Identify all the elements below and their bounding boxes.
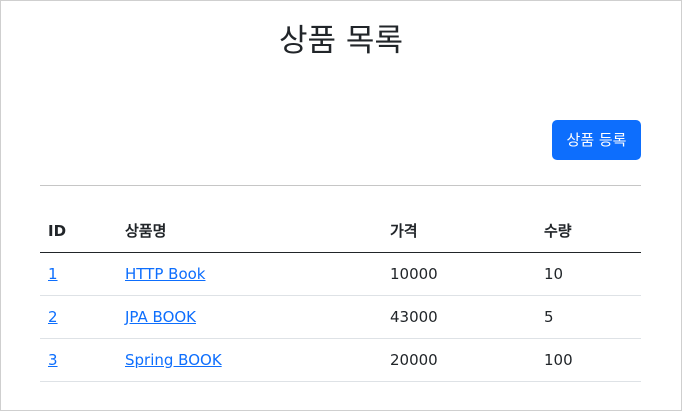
cell-name: JPA BOOK	[117, 295, 382, 339]
column-header-name: 상품명	[117, 210, 382, 253]
item-name-link[interactable]: JPA BOOK	[125, 308, 196, 326]
column-header-quantity: 수량	[536, 210, 641, 253]
cell-quantity: 10	[536, 252, 641, 296]
page-container: 상품 목록 상품 등록 ID 상품명 가격 수량 1 HTTP Book 100…	[0, 0, 682, 411]
cell-price: 20000	[382, 338, 536, 382]
item-id-link[interactable]: 2	[48, 308, 58, 326]
cell-name: HTTP Book	[117, 252, 382, 296]
item-id-link[interactable]: 1	[48, 265, 58, 283]
cell-quantity: 5	[536, 295, 641, 339]
divider	[40, 185, 641, 186]
cell-price: 43000	[382, 295, 536, 339]
cell-id: 3	[40, 338, 117, 382]
column-header-price: 가격	[382, 210, 536, 253]
table-row: 1 HTTP Book 10000 10	[40, 252, 641, 296]
items-table: ID 상품명 가격 수량 1 HTTP Book 10000 10 2 JPA …	[40, 210, 641, 382]
register-item-button[interactable]: 상품 등록	[552, 120, 641, 160]
cell-price: 10000	[382, 252, 536, 296]
table-header-row: ID 상품명 가격 수량	[40, 210, 641, 253]
cell-quantity: 100	[536, 338, 641, 382]
cell-id: 1	[40, 252, 117, 296]
cell-id: 2	[40, 295, 117, 339]
table-row: 2 JPA BOOK 43000 5	[40, 295, 641, 339]
item-name-link[interactable]: Spring BOOK	[125, 351, 222, 369]
item-id-link[interactable]: 3	[48, 351, 58, 369]
page-title: 상품 목록	[279, 23, 403, 59]
item-name-link[interactable]: HTTP Book	[125, 265, 206, 283]
cell-name: Spring BOOK	[117, 338, 382, 382]
column-header-id: ID	[40, 210, 117, 253]
table-row: 3 Spring BOOK 20000 100	[40, 338, 641, 382]
